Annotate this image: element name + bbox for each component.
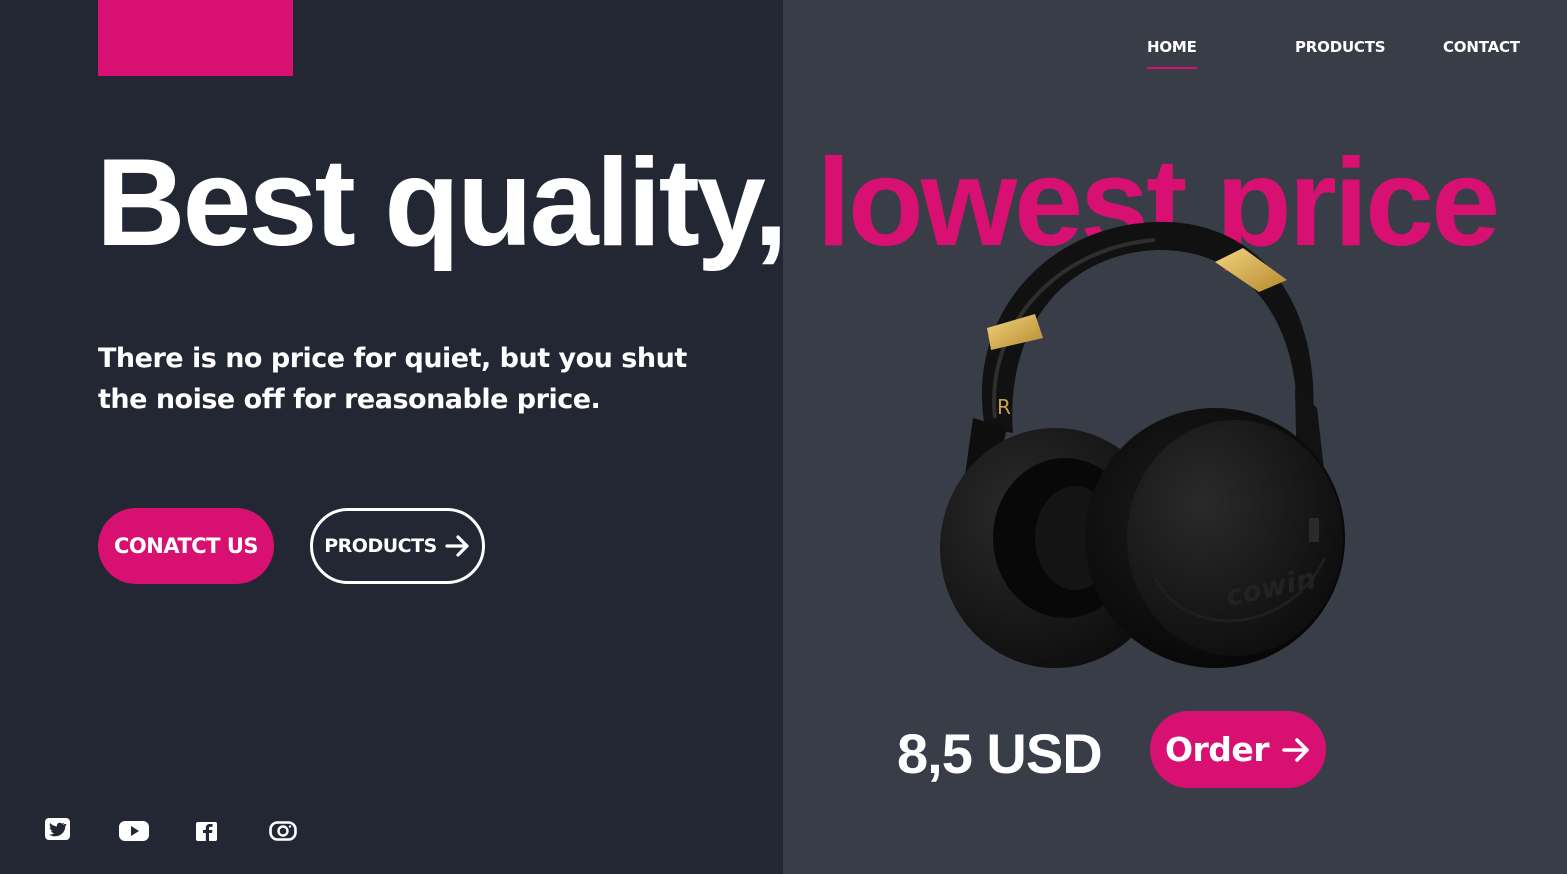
order-button[interactable]: Order	[1150, 711, 1326, 788]
side-mark-text: R	[997, 395, 1011, 419]
contact-us-button[interactable]: CONATCT US	[98, 508, 274, 584]
main-nav: HOME PRODUCTS CONTACT	[0, 38, 1567, 78]
hero-subtitle: There is no price for quiet, but you shu…	[98, 343, 687, 415]
product-price: 8,5 USD	[897, 722, 1103, 785]
nav-active-underline	[1147, 67, 1197, 69]
left-panel	[0, 0, 783, 874]
nav-home[interactable]: HOME	[1147, 38, 1197, 56]
facebook-icon[interactable]	[196, 822, 217, 850]
products-button[interactable]: PRODUCTS	[310, 508, 485, 584]
headphones-image: R cowin	[940, 221, 1345, 668]
twitter-icon[interactable]	[45, 818, 70, 846]
arrow-right-icon	[445, 535, 469, 557]
nav-contact[interactable]: CONTACT	[1443, 38, 1520, 56]
arrow-right-icon	[1282, 737, 1309, 762]
nav-products[interactable]: PRODUCTS	[1295, 38, 1386, 56]
products-button-label: PRODUCTS	[324, 535, 437, 557]
order-button-label: Order	[1164, 730, 1270, 769]
contact-us-label: CONATCT US	[113, 534, 259, 558]
headline-white: Best quality,	[96, 134, 817, 272]
instagram-icon[interactable]	[269, 821, 297, 849]
youtube-icon[interactable]	[119, 821, 149, 849]
